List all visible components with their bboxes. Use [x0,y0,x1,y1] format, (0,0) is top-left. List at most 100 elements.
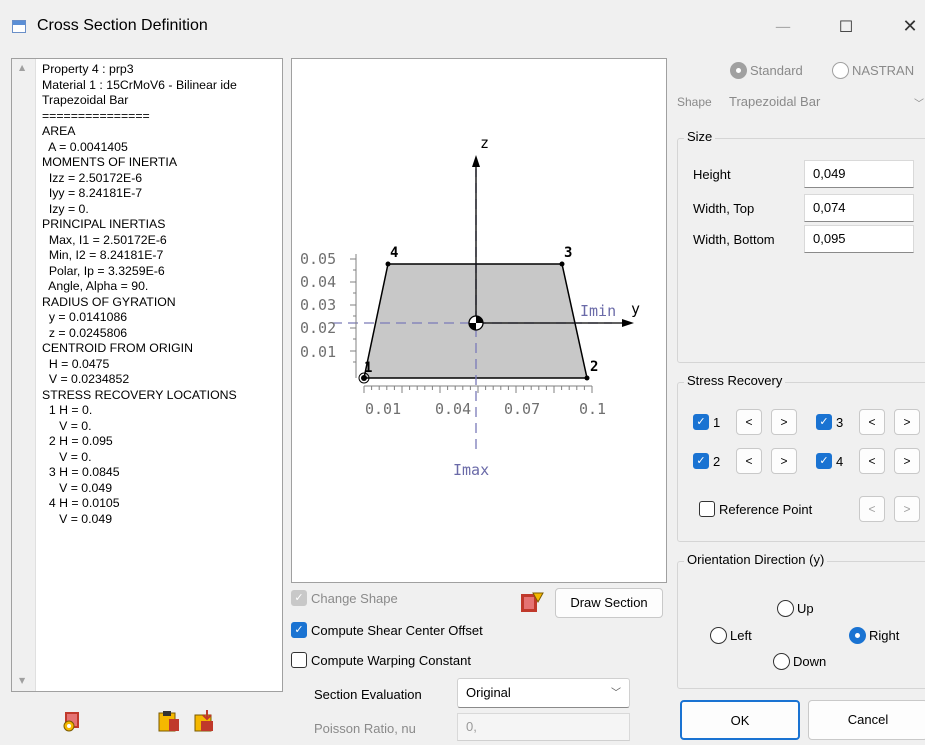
scrollbar[interactable]: ▲ ▼ [12,59,36,691]
orientation-title: Orientation Direction (y) [684,552,828,567]
property-line: Material 1 : 15CrMoV6 - Bilinear ide [42,77,237,92]
stress-1-next-button[interactable]: > [771,409,797,435]
nastran-radio[interactable]: NASTRAN [832,62,914,79]
reference-prev-button[interactable]: < [859,496,885,522]
property-line: PRINCIPAL INERTIAS [42,217,166,231]
checkbox-icon [291,652,307,668]
property-line: V = 0. [42,418,92,433]
z-arrow-icon [472,155,480,167]
down-label: Down [793,654,827,669]
checkmark-icon: ✓ [816,414,832,430]
clipboard-paste-icon[interactable] [157,709,181,733]
scroll-down-icon[interactable]: ▼ [19,676,25,685]
corner-label: 1 [364,360,372,376]
checkbox-icon [699,501,715,517]
stress-2-next-button[interactable]: > [771,448,797,474]
size-group-title: Size [684,129,716,144]
property-line: Min, I2 = 8.24181E-7 [42,248,164,262]
shape-select[interactable]: Trapezoidal Bar [729,94,820,109]
orientation-left-radio[interactable]: Left [710,627,752,644]
section-evaluation-value: Original [466,685,511,700]
poisson-field[interactable]: 0, [457,713,630,741]
stress-point-label: 2 [713,453,721,469]
maximize-icon[interactable]: ☐ [826,12,866,42]
property-line: V = 0. [42,449,92,464]
standard-radio[interactable]: Standard [730,62,803,79]
radio-icon [849,627,866,644]
width-bottom-field[interactable]: 0,095 [804,225,914,253]
y-tick-label: 0.01 [300,343,336,361]
height-field[interactable]: 0,049 [804,160,914,188]
radio-icon [832,62,849,79]
width-top-label: Width, Top [693,201,755,216]
stress-point-label: 1 [713,414,721,430]
property-line: z = 0.0245806 [42,325,128,340]
orientation-up-radio[interactable]: Up [777,600,814,617]
change-shape-checkbox[interactable]: ✓ Change Shape [291,590,398,606]
reference-point-checkbox[interactable]: Reference Point [699,501,812,517]
property-line: A = 0.0041405 [42,139,128,154]
property-listing[interactable]: ▲ ▼ Property 4 : prp3 Material 1 : 15CrMo… [11,58,283,692]
stress-point-label: 3 [836,414,844,430]
property-line: V = 0.049 [42,480,113,495]
section-canvas[interactable]: 0.05 0.04 0.03 0.02 0.01 0.01 0.04 0.07 … [291,58,667,583]
corner-label: 2 [590,359,598,375]
section-evaluation-select[interactable]: Original ﹀ [457,678,630,708]
property-line: Max, I1 = 2.50172E-6 [42,232,167,247]
stress-3-next-button[interactable]: > [894,409,920,435]
standard-label: Standard [750,63,803,78]
corner-label: 3 [564,245,572,261]
x-tick-label: 0.01 [365,400,401,418]
section-gear-icon[interactable] [61,709,85,733]
cancel-button[interactable]: Cancel [808,700,925,740]
orientation-right-radio[interactable]: Right [849,627,899,644]
export-section-icon[interactable] [193,709,217,733]
section-evaluation-label: Section Evaluation [314,687,422,702]
width-top-field[interactable]: 0,074 [804,194,914,222]
property-line: 1 H = 0. [42,403,93,417]
stress-4-next-button[interactable]: > [894,448,920,474]
checkmark-icon: ✓ [291,590,307,606]
y-tick-label: 0.05 [300,250,336,268]
warping-label: Compute Warping Constant [311,652,471,668]
property-line: 4 H = 0.0105 [42,496,120,510]
property-line: Property 4 : prp3 [42,62,134,76]
property-line: 2 H = 0.095 [42,434,113,448]
property-line: =============== [42,108,150,123]
checkmark-icon: ✓ [291,622,307,638]
draw-section-button[interactable]: Draw Section [555,588,663,618]
stress-point-label: 4 [836,453,844,469]
stress-point-2-checkbox[interactable]: ✓ 2 [693,453,720,469]
nastran-label: NASTRAN [852,63,915,78]
checkmark-icon: ✓ [816,453,832,469]
stress-1-prev-button[interactable]: < [736,409,762,435]
change-shape-label: Change Shape [311,590,398,606]
section-refresh-icon[interactable] [517,590,545,616]
property-line: y = 0.0141086 [42,310,128,324]
minimize-icon[interactable]: — [763,12,803,42]
stress-3-prev-button[interactable]: < [859,409,885,435]
shear-center-checkbox[interactable]: ✓ Compute Shear Center Offset [291,622,483,638]
stress-point-4-checkbox[interactable]: ✓ 4 [816,453,843,469]
left-label: Left [730,628,752,643]
stress-point-3-checkbox[interactable]: ✓ 3 [816,414,843,430]
property-line: CENTROID FROM ORIGIN [42,341,193,355]
stress-point-1-checkbox[interactable]: ✓ 1 [693,414,720,430]
window-title: Cross Section Definition [37,17,208,34]
orientation-down-radio[interactable]: Down [773,653,826,670]
stress-4-prev-button[interactable]: < [859,448,885,474]
reference-next-button[interactable]: > [894,496,920,522]
reference-point-label: Reference Point [719,501,813,517]
scroll-up-icon[interactable]: ▲ [19,63,25,72]
property-line: RADIUS OF GYRATION [42,294,176,309]
property-line: V = 0.0234852 [42,372,130,386]
close-icon[interactable]: ✕ [890,12,925,42]
stress-2-prev-button[interactable]: < [736,448,762,474]
right-label: Right [869,628,900,643]
property-line: Izz = 2.50172E-6 [42,170,143,185]
radio-icon [710,627,727,644]
x-tick-label: 0.1 [579,400,606,418]
ok-button[interactable]: OK [680,700,800,740]
warping-checkbox[interactable]: Compute Warping Constant [291,652,471,668]
property-line: Angle, Alpha = 90. [42,279,149,293]
